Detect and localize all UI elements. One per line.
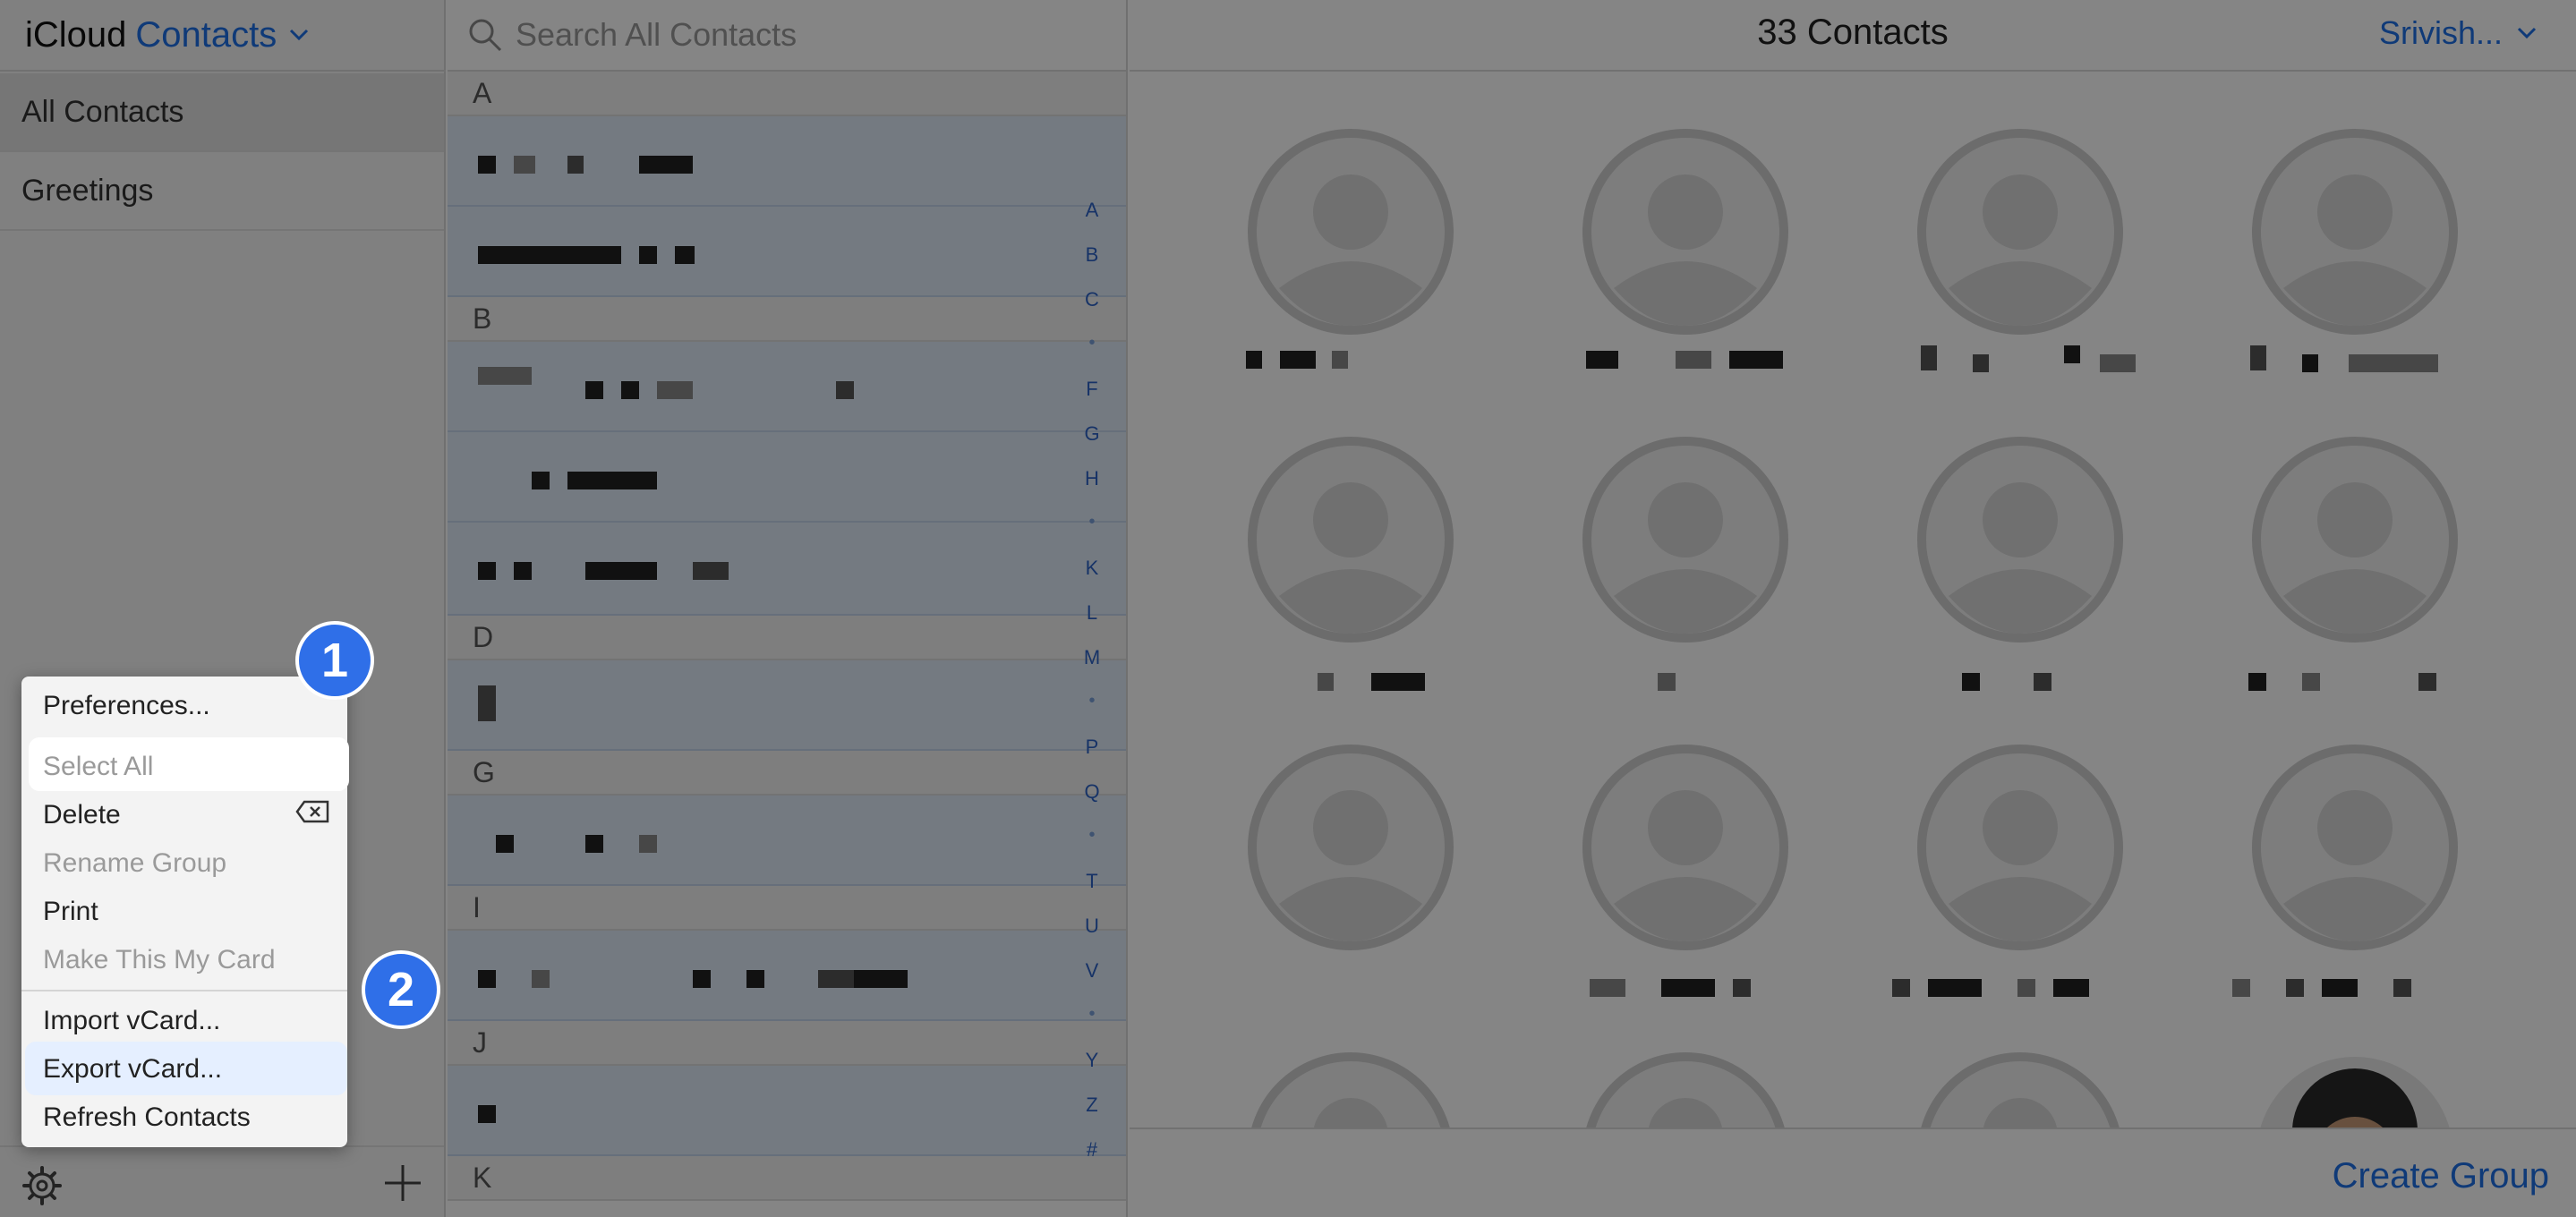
modal-dim-overlay xyxy=(0,0,2576,1217)
delete-key-icon xyxy=(295,800,329,823)
menu-item-rename-group: Rename Group xyxy=(43,848,227,878)
menu-item-preferences[interactable]: Preferences... xyxy=(43,691,210,721)
step-badge-2: 2 xyxy=(362,950,440,1029)
icloud-contacts-app: iCloud Contacts All Contacts Greetings S… xyxy=(0,0,2576,1217)
step-badge-1: 1 xyxy=(295,621,374,700)
menu-item-print[interactable]: Print xyxy=(43,897,98,927)
menu-item-import-vcard[interactable]: Import vCard... xyxy=(43,1006,220,1036)
settings-popup-menu: Preferences... Select All Delete Rename … xyxy=(21,677,349,1147)
menu-item-select-all[interactable]: Select All xyxy=(43,752,153,782)
menu-item-export-vcard[interactable]: Export vCard... xyxy=(43,1054,222,1085)
menu-item-refresh-contacts[interactable]: Refresh Contacts xyxy=(43,1102,251,1133)
menu-separator xyxy=(21,990,347,991)
menu-item-make-my-card: Make This My Card xyxy=(43,945,276,974)
menu-item-delete[interactable]: Delete xyxy=(43,800,121,830)
